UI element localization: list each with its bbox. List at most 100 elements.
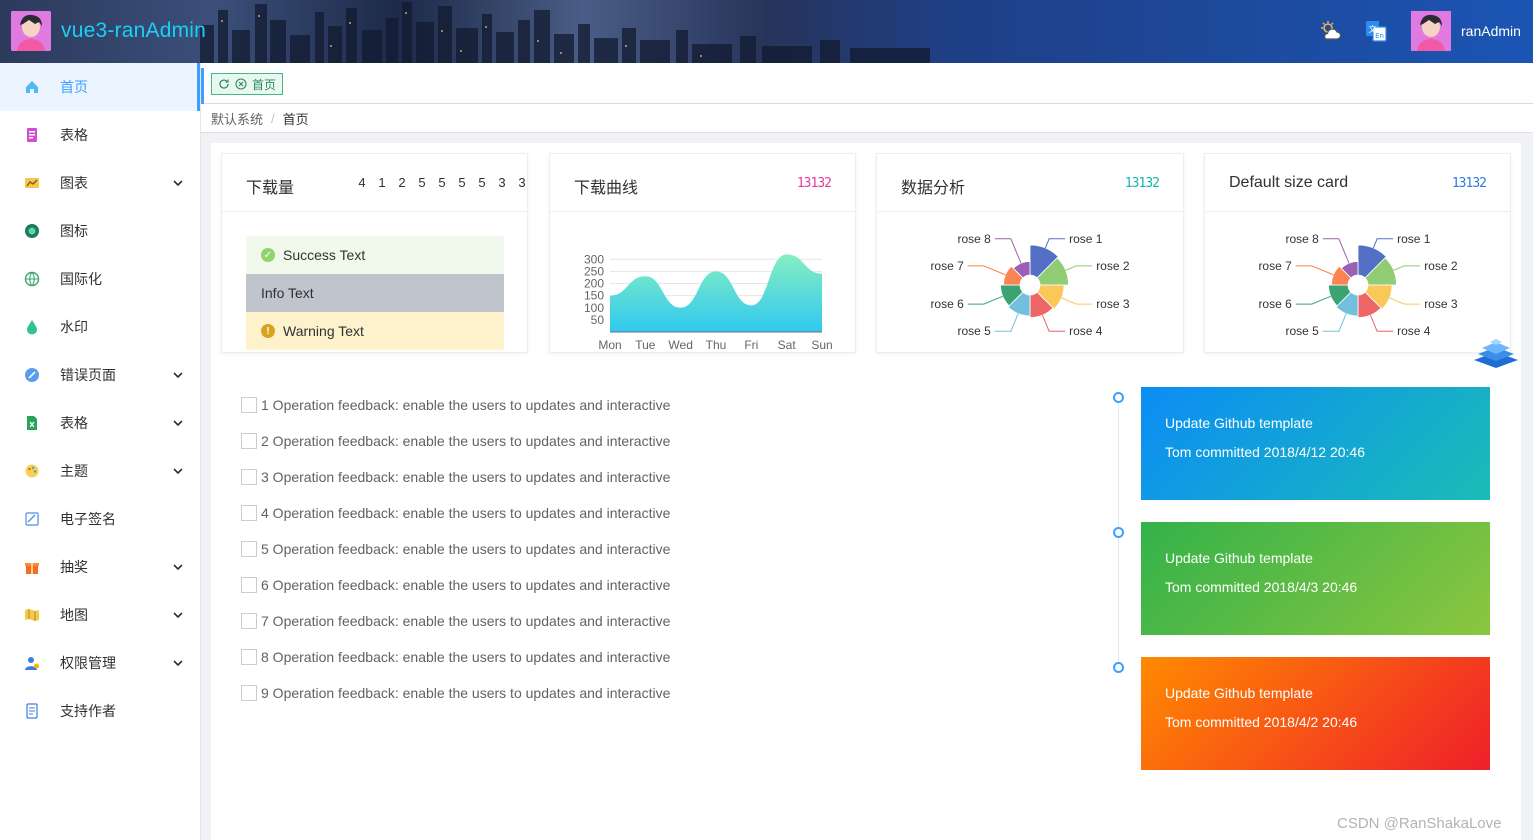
breadcrumb-root[interactable]: 默认系统 xyxy=(211,109,263,128)
top-header: vue3-ranAdmin 文 En ranAdmin xyxy=(0,0,1533,63)
logo-avatar[interactable] xyxy=(11,11,51,51)
checklist-item[interactable]: 4 Operation feedback: enable the users t… xyxy=(241,503,670,523)
checkbox[interactable] xyxy=(241,397,257,413)
sidebar-item[interactable]: 地图 xyxy=(0,591,200,639)
checkbox[interactable] xyxy=(241,577,257,593)
checklist-item[interactable]: 7 Operation feedback: enable the users t… xyxy=(241,611,670,631)
rose-label-line xyxy=(1295,295,1331,305)
rose-label-line xyxy=(1322,238,1350,264)
sidebar-menu: 首页 表格 图表 图标 国际化 水印 错误页面 表格 主题 电子签名 抽奖 地图 权限管理 支持作者 xyxy=(0,63,201,840)
sidebar-item[interactable]: 抽奖 xyxy=(0,543,200,591)
data-analysis-card: 数据分析 13132 rose 1 rose 2 rose 3 rose 4 rose … xyxy=(876,153,1184,353)
permission-icon xyxy=(25,657,39,670)
layers-icon[interactable] xyxy=(1470,336,1522,372)
checklist-item[interactable]: 9 Operation feedback: enable the users t… xyxy=(241,683,670,703)
checkbox[interactable] xyxy=(241,613,257,629)
rose-label: rose 4 xyxy=(1069,324,1103,338)
rose-label-line xyxy=(967,295,1003,305)
sidebar-item[interactable]: 水印 xyxy=(0,303,200,351)
rose-label: rose 8 xyxy=(958,232,992,246)
download-digit: 3 xyxy=(498,175,506,190)
tags-view-bar: 首页 xyxy=(201,63,1533,104)
rose-label: rose 6 xyxy=(930,297,964,311)
rose-label-line xyxy=(994,238,1022,264)
timeline-dot xyxy=(1113,392,1124,403)
sidebar-item[interactable]: 国际化 xyxy=(0,255,200,303)
rose-label-line xyxy=(1372,238,1394,249)
refresh-icon[interactable] xyxy=(218,78,230,90)
chevron-down-icon xyxy=(173,420,183,427)
chart-icon xyxy=(25,178,39,188)
x-tick-label: Sat xyxy=(778,338,797,352)
sidebar-item-label: 图标 xyxy=(60,223,88,239)
x-tick-label: Fri xyxy=(744,338,758,352)
checkbox[interactable] xyxy=(241,505,257,521)
warning-icon: ! xyxy=(261,324,275,338)
checkbox[interactable] xyxy=(241,433,257,449)
sidebar-item[interactable]: 图标 xyxy=(0,207,200,255)
weather-icon[interactable] xyxy=(1319,19,1343,43)
rose-label-line xyxy=(1041,314,1066,332)
sidebar-item[interactable]: 权限管理 xyxy=(0,639,200,687)
app-title[interactable]: vue3-ranAdmin xyxy=(61,19,206,43)
timeline-detail: Tom committed 2018/4/12 20:46 xyxy=(1165,444,1366,460)
checkbox[interactable] xyxy=(241,469,257,485)
sidebar-item[interactable]: 表格 xyxy=(0,111,200,159)
default-size-card: Default size card 13132 rose 1 rose 2 rose… xyxy=(1204,153,1511,353)
rose-label-line xyxy=(1322,313,1347,332)
info-alert-text: Info Text xyxy=(261,285,314,301)
chevron-down-icon xyxy=(173,660,183,667)
card-header: 下载曲线 13132 xyxy=(550,154,855,212)
rose-label: rose 7 xyxy=(930,259,964,273)
user-avatar[interactable] xyxy=(1411,11,1451,51)
warning-alert: ! Warning Text xyxy=(246,312,504,350)
checklist-item[interactable]: 3 Operation feedback: enable the users t… xyxy=(241,467,670,487)
timeline-card: Update Github template Tom committed 2018… xyxy=(1141,657,1490,770)
sidebar-item[interactable]: 电子签名 xyxy=(0,495,200,543)
checklist-item[interactable]: 6 Operation feedback: enable the users t… xyxy=(241,575,670,595)
rose-pie-chart: rose 1 rose 2 rose 3 rose 4 rose 5 rose 6 rose… xyxy=(1258,232,1457,338)
chevron-down-icon xyxy=(173,180,183,187)
chevron-down-icon xyxy=(173,372,183,379)
translate-icon[interactable]: 文 En xyxy=(1364,19,1388,43)
sidebar-item-label: 图表 xyxy=(60,175,88,191)
checklist-item[interactable]: 5 Operation feedback: enable the users t… xyxy=(241,539,670,559)
card-header: Default size card 13132 xyxy=(1205,154,1510,212)
sidebar-item-label: 电子签名 xyxy=(60,511,116,527)
download-curve-card: 下载曲线 13132 50 100 150 200 250 300 Mon Tue Wed Thu… xyxy=(549,153,856,353)
card-header: 数据分析 13132 xyxy=(877,154,1183,212)
rose-label: rose 5 xyxy=(958,324,992,338)
success-check-icon: ✓ xyxy=(261,248,275,262)
close-icon[interactable] xyxy=(235,78,247,90)
signature-icon xyxy=(25,512,39,526)
timeline-title: Update Github template xyxy=(1165,685,1313,701)
checklist-item[interactable]: 8 Operation feedback: enable the users t… xyxy=(241,647,670,667)
user-name[interactable]: ranAdmin xyxy=(1461,23,1521,39)
sidebar-item[interactable]: 图表 xyxy=(0,159,200,207)
checkbox[interactable] xyxy=(241,685,257,701)
checklist-item[interactable]: 2 Operation feedback: enable the users t… xyxy=(241,431,670,451)
timeline-detail: Tom committed 2018/4/2 20:46 xyxy=(1165,714,1358,730)
sidebar-item-label: 表格 xyxy=(60,415,88,431)
sidebar-item[interactable]: 表格 xyxy=(0,399,200,447)
checklist-item-label: 1 Operation feedback: enable the users t… xyxy=(261,397,671,413)
sidebar-item[interactable]: 主题 xyxy=(0,447,200,495)
sidebar-item-label: 主题 xyxy=(60,463,88,479)
timeline-title: Update Github template xyxy=(1165,550,1313,566)
download-digit: 2 xyxy=(398,175,406,190)
checklist-item[interactable]: 1 Operation feedback: enable the users t… xyxy=(241,395,670,415)
rose-label: rose 5 xyxy=(1286,324,1320,338)
sidebar-item-label: 地图 xyxy=(60,607,88,623)
sidebar-item[interactable]: 错误页面 xyxy=(0,351,200,399)
checkbox[interactable] xyxy=(241,649,257,665)
tab-home[interactable]: 首页 xyxy=(211,73,284,95)
sidebar-item-label: 国际化 xyxy=(60,271,102,287)
info-alert: Info Text xyxy=(246,274,504,312)
sidebar-item[interactable]: 支持作者 xyxy=(0,687,200,735)
watermark-text: CSDN @RanShakaLove xyxy=(1337,815,1502,832)
checkbox[interactable] xyxy=(241,541,257,557)
checklist-item-label: 3 Operation feedback: enable the users t… xyxy=(261,469,671,485)
chevron-down-icon xyxy=(173,612,183,619)
checklist-item-label: 5 Operation feedback: enable the users t… xyxy=(261,541,671,557)
sidebar-item[interactable]: 首页 xyxy=(0,63,200,111)
